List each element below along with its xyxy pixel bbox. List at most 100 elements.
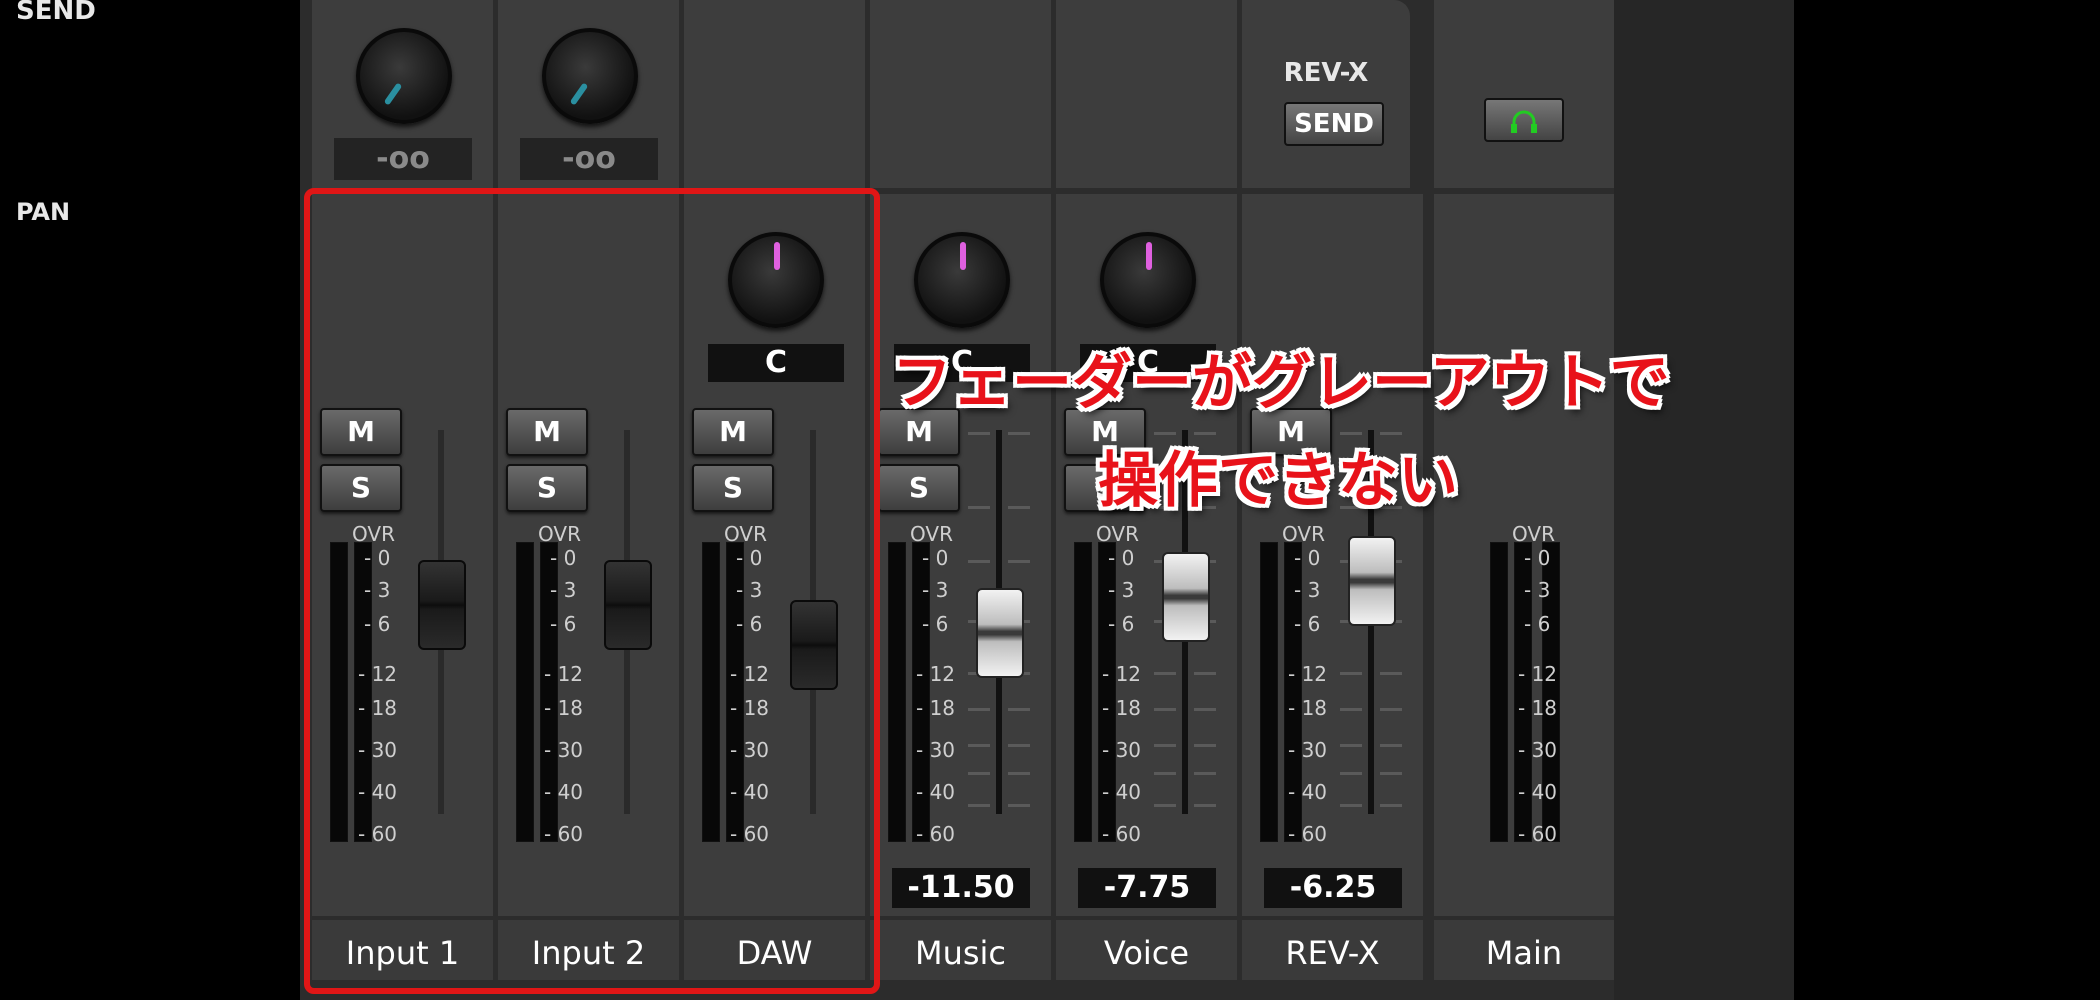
pan-knob-music[interactable] <box>914 232 1010 328</box>
meter-scale-tick: - 30 <box>1102 738 1142 762</box>
meter-scale-tick: - 40 <box>1288 780 1328 804</box>
send-panel-voice <box>1056 0 1237 188</box>
annotation-line-2: 操作できない <box>1098 446 1458 516</box>
channel-name: REV-X <box>1285 934 1380 972</box>
fader-scale-mark <box>1340 708 1362 711</box>
send-panel-main <box>1434 0 1614 188</box>
meter-scale-tick: - 12 <box>916 662 956 686</box>
meter-scale-tick: - 12 <box>1102 662 1142 686</box>
send-section-label: SEND <box>16 0 96 26</box>
headphone-icon <box>1511 110 1537 133</box>
fader-scale-mark <box>1194 804 1216 807</box>
meter-scale-tick: - 6 <box>1294 612 1321 636</box>
fader-scale-mark <box>1008 744 1030 747</box>
meter-scale-tick: - 3 <box>922 578 949 602</box>
channel-name: Music <box>914 934 1007 972</box>
fader-scale-mark <box>1194 672 1216 675</box>
fader-scale-mark <box>1194 744 1216 747</box>
meter-scale-tick: - 3 <box>1108 578 1135 602</box>
fader-knob[interactable] <box>1348 536 1396 626</box>
revx-send-title: REV-X <box>1283 58 1369 88</box>
fader-knob[interactable] <box>1162 552 1210 642</box>
meter-scale-tick: - 0 <box>922 546 949 570</box>
solo-button-music[interactable]: S <box>878 464 960 512</box>
meter-scale-tick: - 6 <box>922 612 949 636</box>
meter-scale-tick: - 18 <box>916 696 956 720</box>
fader-scale-mark <box>1008 772 1030 775</box>
meter-scale-tick: - 60 <box>916 822 956 846</box>
meter-scale-tick: - 6 <box>1108 612 1135 636</box>
send-panel-revx <box>1242 0 1410 188</box>
meter-scale-tick: - 12 <box>1288 662 1328 686</box>
meter-scale-tick: - 18 <box>1518 696 1558 720</box>
meter-scale-tick: - 3 <box>1294 578 1321 602</box>
pan-knob-voice[interactable] <box>1100 232 1196 328</box>
fader-scale-mark <box>968 804 990 807</box>
fader-scale-mark <box>1194 708 1216 711</box>
fader-scale-mark <box>1154 772 1176 775</box>
meter-scale-tick: - 60 <box>1102 822 1142 846</box>
master-section-bg <box>1614 0 1794 1000</box>
meter-scale-tick: - 30 <box>1288 738 1328 762</box>
fader-scale-mark <box>1340 772 1362 775</box>
fader-scale-mark <box>1340 672 1362 675</box>
meter-scale-tick: - 60 <box>1518 822 1558 846</box>
meter-scale-tick: - 3 <box>1524 578 1551 602</box>
annotation-line-1: フェーダーがグレーアウトで <box>892 348 1670 418</box>
send-knob-input1[interactable] <box>356 28 452 124</box>
fader-scale-mark <box>1380 744 1402 747</box>
fader-scale-mark <box>1008 560 1030 563</box>
fader-scale-mark <box>968 744 990 747</box>
fader-scale-mark <box>1380 772 1402 775</box>
fader-scale-mark <box>968 772 990 775</box>
disabled-channels-highlight <box>304 188 880 994</box>
channel-label-music: Music <box>870 920 1051 980</box>
fader-scale-mark <box>968 560 990 563</box>
meter-scale-tick: - 30 <box>1518 738 1558 762</box>
fader-scale-mark <box>1340 744 1362 747</box>
level-meter-left <box>888 542 906 842</box>
meter-scale-tick: - 40 <box>916 780 956 804</box>
level-readout-revx: -6.25 <box>1264 868 1402 908</box>
meter-ovr-label: OVR <box>1282 522 1325 546</box>
headphone-monitor-button[interactable] <box>1484 98 1564 142</box>
send-knob-input2[interactable] <box>542 28 638 124</box>
fader-scale-mark <box>968 506 990 509</box>
meter-scale-tick: - 0 <box>1108 546 1135 570</box>
send-value-input2: -oo <box>520 138 658 180</box>
fader-scale-mark <box>1154 708 1176 711</box>
channel-name: Main <box>1485 934 1563 972</box>
level-readout-voice: -7.75 <box>1078 868 1216 908</box>
meter-scale-tick: - 40 <box>1102 780 1142 804</box>
channel-label-revx: REV-X <box>1242 920 1423 980</box>
level-readout-music: -11.50 <box>892 868 1030 908</box>
fader-scale-mark <box>1380 708 1402 711</box>
channel-label-voice: Voice <box>1056 920 1237 980</box>
fader-scale-mark <box>968 708 990 711</box>
fader-scale-mark <box>1154 672 1176 675</box>
meter-scale-tick: - 60 <box>1288 822 1328 846</box>
send-panel-music <box>870 0 1051 188</box>
meter-scale-tick: - 40 <box>1518 780 1558 804</box>
fader-scale-mark <box>1154 804 1176 807</box>
pan-section-label: PAN <box>16 198 71 226</box>
fader-scale-mark <box>1154 744 1176 747</box>
meter-ovr-label: OVR <box>1096 522 1139 546</box>
meter-scale-tick: - 18 <box>1288 696 1328 720</box>
fader-knob[interactable] <box>976 588 1024 678</box>
channel-label-main: Main <box>1434 920 1614 980</box>
meter-ovr-label: OVR <box>1512 522 1555 546</box>
meter-scale-tick: - 6 <box>1524 612 1551 636</box>
fader-scale-mark <box>1008 432 1030 435</box>
meter-scale-tick: - 12 <box>1518 662 1558 686</box>
send-panel-daw <box>684 0 865 188</box>
fader-scale-mark <box>1008 804 1030 807</box>
level-meter-left <box>1260 542 1278 842</box>
fader-scale-mark <box>1008 506 1030 509</box>
level-meter-left <box>1074 542 1092 842</box>
fader-scale-mark <box>1008 708 1030 711</box>
fader-scale-mark <box>968 432 990 435</box>
level-meter-left <box>1490 542 1508 842</box>
revx-send-button[interactable]: SEND <box>1284 102 1384 146</box>
meter-scale-tick: - 0 <box>1524 546 1551 570</box>
